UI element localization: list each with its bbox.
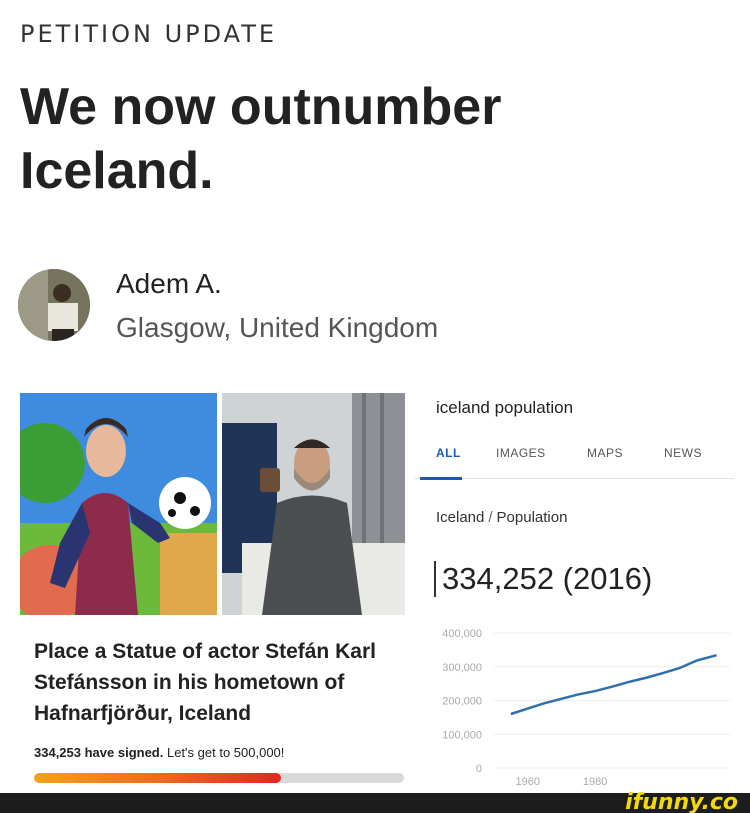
chart-y-tick-label: 100,000 (442, 729, 482, 741)
page-title: We now outnumber Iceland. (20, 78, 502, 200)
signed-count: 334,253 have signed. (34, 745, 164, 760)
chart-y-tick-label: 200,000 (442, 696, 482, 708)
tab-images[interactable]: IMAGES (496, 446, 546, 460)
signature-count: 334,253 have signed. Let's get to 500,00… (34, 745, 284, 760)
chart-x-tick-label: 1960 (515, 776, 539, 788)
chart-y-tick-label: 300,000 (442, 662, 482, 674)
update-label: PETITION UPDATE (20, 20, 278, 48)
search-query[interactable]: iceland population (436, 398, 573, 418)
tab-maps[interactable]: MAPS (587, 446, 623, 460)
petition-title[interactable]: Place a Statue of actor Stefán Karl Stef… (34, 636, 404, 729)
author-location: Glasgow, United Kingdom (116, 312, 439, 343)
hospital-photo (222, 393, 405, 615)
author-block: Adem A. Glasgow, United Kingdom (18, 266, 518, 350)
search-result-panel: iceland population ALL IMAGES MAPS NEWS … (414, 393, 750, 793)
petition-card[interactable]: Place a Statue of actor Stefán Karl Stef… (20, 393, 405, 793)
goal-text: Let's get to 500,000! (166, 745, 285, 760)
tab-all[interactable]: ALL (436, 446, 461, 460)
tab-news[interactable]: NEWS (664, 446, 702, 460)
progress-fill (34, 773, 282, 783)
chart-y-tick-label: 400,000 (442, 628, 482, 640)
population-value: 334,252 (2016) (434, 561, 652, 597)
author-avatar[interactable] (18, 269, 90, 341)
lazytown-photo (20, 393, 217, 615)
chart-x-tick-label: 1980 (583, 776, 607, 788)
signature-progress-bar (34, 773, 404, 783)
ifunny-logo: ifunny.co (625, 790, 738, 813)
chart-y-tick-label: 0 (476, 763, 482, 775)
population-chart: 400,000 300,000 200,000 100,000 0 1960 1980 (442, 628, 730, 788)
author-name[interactable]: Adem A. (116, 268, 222, 300)
active-tab-indicator (420, 477, 462, 480)
footer-bar: ifunny.co (0, 790, 750, 813)
search-tabs: ALL IMAGES MAPS NEWS (414, 443, 734, 480)
breadcrumb-country[interactable]: Iceland (436, 509, 484, 526)
chart-series-line (510, 653, 717, 716)
breadcrumb-separator: / (488, 509, 493, 526)
breadcrumb-topic: Population (496, 509, 568, 526)
breadcrumb: Iceland / Population (436, 509, 567, 526)
